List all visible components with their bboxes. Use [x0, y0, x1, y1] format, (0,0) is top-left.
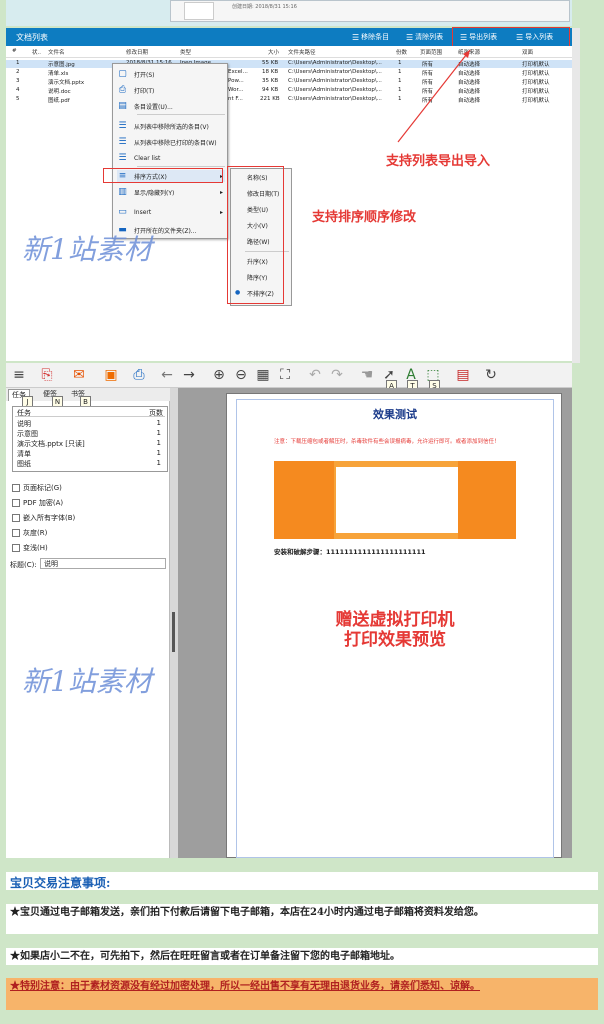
zoom-in-icon[interactable]: ⊕ [210, 366, 228, 384]
watermark: 新1站素材 [22, 233, 152, 266]
preview-notice: 注意：下载压缩包或者解压时，杀毒软件有些会误报病毒，允许运行即可。或者添加到信任… [274, 439, 500, 445]
list-item[interactable]: 清单 1 [15, 449, 165, 458]
annotation-sort: 支持排序顺序修改 [312, 210, 417, 225]
note-warning: ★特别注意：由于素材资源没有经过加密处理，所以一经出售不享有无理由退货业务，请亲… [6, 978, 598, 1010]
ad-left-panel [274, 461, 334, 539]
zoom-out-icon[interactable]: ⊖ [232, 366, 250, 384]
pdf-icon[interactable]: ⎘ [38, 366, 56, 384]
preview-ad-image [274, 461, 516, 539]
undo-icon[interactable]: ↶ [306, 366, 324, 384]
note-offline: ★如果店小二不在，可先拍下，然后在旺旺留言或者在订单备注留下您的电子邮箱地址。 [6, 948, 598, 965]
note-email: ★宝贝通过电子邮箱发送，亲们拍下付款后请留下电子邮箱，本店在24小时内通过电子邮… [6, 904, 598, 934]
arrow-right-icon[interactable]: → [180, 366, 198, 384]
annotation-export-import: 支持列表导出导入 [386, 154, 491, 169]
watermark: 新1站素材 [22, 665, 152, 698]
arrow-left-icon[interactable]: ← [158, 366, 176, 384]
preview-heading: 效果测试 [373, 408, 417, 421]
hand-icon[interactable]: ☚ [358, 366, 376, 384]
splitter-grip[interactable] [172, 612, 175, 652]
title-input[interactable]: 说明 [40, 558, 166, 569]
mail-icon[interactable]: ✉ [70, 366, 88, 384]
checkbox[interactable] [12, 484, 20, 492]
list-item[interactable]: 示意图 1 [15, 429, 165, 438]
list-item[interactable]: 说明 1 [15, 419, 165, 428]
scrollbar[interactable] [572, 28, 580, 363]
list-item[interactable]: 图纸 1 [15, 459, 165, 468]
checkbox[interactable] [12, 544, 20, 552]
preview-steps: 安装和破解步骤：1111111111111111111111 [274, 548, 426, 556]
fit-page-icon[interactable]: ⛶ [276, 366, 294, 384]
notes-heading-text: 宝贝交易注意事项: [10, 876, 111, 890]
menu-icon[interactable]: ≡ [10, 366, 28, 384]
title-label: 标题(C): [10, 561, 37, 569]
print-icon[interactable]: ⎙ [130, 366, 148, 384]
promo-line-1: 赠送虚拟打印机 [335, 610, 455, 630]
task-list: 任务 页数 说明 1 示意图 1 演示文档.pptx [只读] 1 清单 1 图纸 1 [12, 406, 168, 472]
task-list-header: 任务 页数 [15, 409, 165, 417]
grid-icon[interactable]: ▦ [254, 366, 272, 384]
promo-text: 赠送虚拟打印机 打印效果预览 [236, 610, 554, 650]
option-embed-fonts[interactable]: 嵌入所有字体(B) [12, 512, 162, 524]
page-icon[interactable]: ▤ [454, 366, 472, 384]
option-grayscale[interactable]: 灰度(R) [12, 527, 162, 539]
promo-line-2: 打印效果预览 [344, 630, 446, 650]
option-lighten[interactable]: 变浅(H) [12, 542, 162, 554]
notes-heading: 宝贝交易注意事项: [6, 872, 598, 890]
option-pdf-encrypt[interactable]: PDF 加密(A) [12, 497, 162, 509]
ad-dialog [336, 467, 458, 533]
checkbox[interactable] [12, 499, 20, 507]
left-panel: 任务 便签 书签 J N B 任务 页数 说明 1 示意图 1 演示文档.pptx [… [6, 388, 170, 858]
list-item[interactable]: 演示文档.pptx [只读] 1 [15, 439, 165, 448]
checkbox[interactable] [12, 514, 20, 522]
redo-icon[interactable]: ↷ [328, 366, 346, 384]
option-page-marks[interactable]: 页面标记(G) [12, 482, 162, 494]
refresh-icon[interactable]: ↻ [482, 366, 500, 384]
toolbar: ≡ ⎘ ✉ ▣ ⎙ ← → ⊕ ⊖ ▦ ⛶ ↶ ↷ ☚ ➚ A ⬚ ▤ ↻ [6, 363, 572, 388]
save-icon[interactable]: ▣ [102, 366, 120, 384]
checkbox[interactable] [12, 529, 20, 537]
ad-right-panel [458, 461, 516, 539]
